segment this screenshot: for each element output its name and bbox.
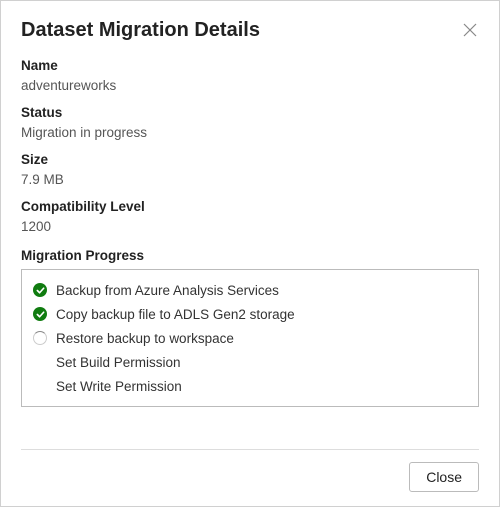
progress-box: Backup from Azure Analysis Services Copy… (21, 269, 479, 407)
dialog-title: Dataset Migration Details (21, 19, 260, 42)
progress-step: Set Build Permission (32, 350, 468, 374)
progress-step: Backup from Azure Analysis Services (32, 278, 468, 302)
progress-step-label: Set Write Permission (56, 379, 182, 394)
pending-icon (32, 354, 48, 370)
checkmark-icon (32, 306, 48, 322)
field-status: Status Migration in progress (21, 105, 479, 140)
progress-step: Restore backup to workspace (32, 326, 468, 350)
progress-step-label: Backup from Azure Analysis Services (56, 283, 279, 298)
spinner-icon (32, 330, 48, 346)
field-size-value: 7.9 MB (21, 172, 479, 187)
close-icon[interactable] (463, 23, 477, 37)
pending-icon (32, 378, 48, 394)
checkmark-icon (32, 282, 48, 298)
dialog-footer: Close (21, 462, 479, 492)
close-button[interactable]: Close (409, 462, 479, 492)
progress-section-label: Migration Progress (21, 248, 479, 263)
progress-step-label: Copy backup file to ADLS Gen2 storage (56, 307, 295, 322)
progress-step-label: Restore backup to workspace (56, 331, 234, 346)
progress-step: Set Write Permission (32, 374, 468, 398)
field-name-value: adventureworks (21, 78, 479, 93)
field-size-label: Size (21, 152, 479, 167)
field-status-label: Status (21, 105, 479, 120)
field-name-label: Name (21, 58, 479, 73)
migration-details-dialog: Dataset Migration Details Name adventure… (0, 0, 500, 507)
field-status-value: Migration in progress (21, 125, 479, 140)
footer-divider (21, 449, 479, 450)
field-compat: Compatibility Level 1200 (21, 199, 479, 234)
progress-step: Copy backup file to ADLS Gen2 storage (32, 302, 468, 326)
field-compat-label: Compatibility Level (21, 199, 479, 214)
field-size: Size 7.9 MB (21, 152, 479, 187)
dialog-header: Dataset Migration Details (21, 19, 479, 42)
progress-step-label: Set Build Permission (56, 355, 181, 370)
field-compat-value: 1200 (21, 219, 479, 234)
field-name: Name adventureworks (21, 58, 479, 93)
